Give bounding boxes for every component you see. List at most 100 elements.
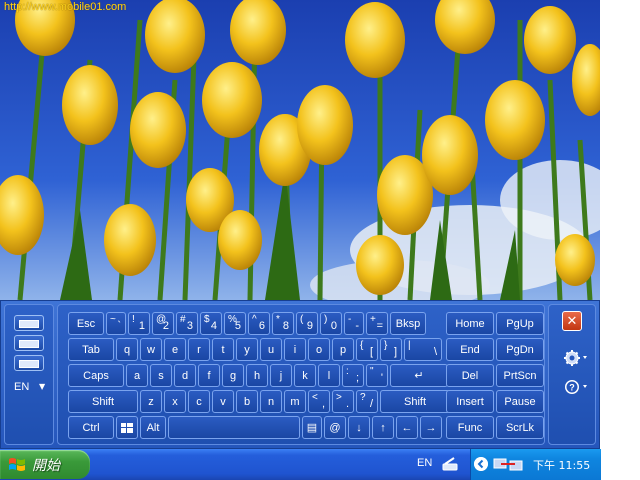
key-b[interactable]: b [236, 390, 258, 413]
key-pgdn[interactable]: PgDn [496, 338, 544, 361]
key[interactable]: % 5 [224, 312, 246, 335]
key-shift-label: + [370, 314, 376, 325]
key-main-label: ` [117, 320, 121, 332]
key-f[interactable]: f [198, 364, 220, 387]
chevron-left-icon[interactable] [474, 457, 488, 471]
key[interactable]: * 8 [272, 312, 294, 335]
key[interactable]: -- [344, 312, 364, 335]
key-l[interactable]: l [318, 364, 340, 387]
key[interactable]: {[ [356, 338, 378, 361]
key-bksp[interactable]: Bksp [390, 312, 426, 335]
key-w[interactable]: w [140, 338, 162, 361]
key-home[interactable]: Home [446, 312, 494, 335]
key-label: Del [461, 369, 479, 382]
network-icon[interactable] [493, 456, 525, 472]
key-symbol[interactable]: ↓ [348, 416, 370, 439]
key[interactable]: ^ 6 [248, 312, 270, 335]
key-ctrl[interactable]: Ctrl [68, 416, 114, 439]
key-v[interactable]: v [212, 390, 234, 413]
key-symbol[interactable]: ↑ [372, 416, 394, 439]
key-z[interactable]: z [140, 390, 162, 413]
key-k[interactable]: k [294, 364, 316, 387]
close-keyboard-button[interactable]: ✕ [562, 311, 582, 331]
key-scrlk[interactable]: ScrLk [496, 416, 544, 439]
key-symbol[interactable]: @ [324, 416, 346, 439]
key-o[interactable]: o [308, 338, 330, 361]
key[interactable]: :; [342, 364, 364, 387]
key-i[interactable]: i [284, 338, 306, 361]
key-main-label: 1 [138, 320, 145, 332]
key-pause[interactable]: Pause [496, 390, 544, 413]
key-n[interactable]: n [260, 390, 282, 413]
space-bar[interactable] [168, 416, 300, 439]
key-end[interactable]: End [446, 338, 494, 361]
layout-medium-keyboard-button[interactable] [14, 335, 44, 351]
input-language-indicator[interactable]: EN [417, 457, 432, 469]
key-insert[interactable]: Insert [446, 390, 494, 413]
key-caps[interactable]: Caps [68, 364, 124, 387]
key-label: Insert [456, 395, 484, 408]
settings-button[interactable] [563, 349, 589, 367]
key-shift-label: ~ [110, 314, 116, 325]
key-p[interactable]: p [332, 338, 354, 361]
key-a[interactable]: a [126, 364, 148, 387]
key-tab[interactable]: Tab [68, 338, 114, 361]
key-label: z [148, 395, 154, 408]
key-x[interactable]: x [164, 390, 186, 413]
key-func[interactable]: Func [446, 416, 494, 439]
key[interactable]: (9 [296, 312, 318, 335]
key-shift[interactable]: Shift [68, 390, 138, 413]
windows-key[interactable] [116, 416, 138, 439]
key-s[interactable]: s [150, 364, 172, 387]
key-alt[interactable]: Alt [140, 416, 166, 439]
key-prtscn[interactable]: PrtScn [496, 364, 544, 387]
key-y[interactable]: y [236, 338, 258, 361]
layout-full-keyboard-button[interactable] [14, 355, 44, 371]
key[interactable]: + = [366, 312, 388, 335]
key-del[interactable]: Del [446, 364, 494, 387]
keyboard-tray-icon[interactable] [442, 456, 458, 472]
start-button[interactable]: 開始 [0, 450, 90, 479]
key-esc[interactable]: Esc [68, 312, 104, 335]
chevron-down-icon[interactable]: ▼ [39, 382, 45, 391]
help-button[interactable]: ? [563, 378, 589, 396]
key-label: k [302, 369, 308, 382]
key[interactable]: $4 [200, 312, 222, 335]
key-shift-label: $ [204, 314, 210, 325]
key-r[interactable]: r [188, 338, 210, 361]
key-shift[interactable]: Shift [380, 390, 450, 413]
key[interactable]: ~ ` [106, 312, 126, 335]
key-h[interactable]: h [246, 364, 268, 387]
key-label: ↓ [356, 421, 362, 434]
key[interactable]: @2 [152, 312, 174, 335]
key-symbol[interactable]: → [420, 416, 442, 439]
key-q[interactable]: q [116, 338, 138, 361]
key[interactable]: ! 1 [128, 312, 150, 335]
key-shift-label: # [180, 314, 186, 325]
key[interactable]: ) 0 [320, 312, 342, 335]
key[interactable]: ? / [356, 390, 378, 413]
key-j[interactable]: j [270, 364, 292, 387]
key-m[interactable]: m [284, 390, 306, 413]
key-label: Esc [76, 317, 96, 330]
key-e[interactable]: e [164, 338, 186, 361]
key-u[interactable]: u [260, 338, 282, 361]
key-main-label: ; [355, 372, 359, 384]
key[interactable]: " ' [366, 364, 388, 387]
key-g[interactable]: g [222, 364, 244, 387]
key-symbol[interactable]: ↵ [390, 364, 448, 387]
key-symbol[interactable]: ← [396, 416, 418, 439]
key-shift-label: | [408, 340, 411, 351]
language-label[interactable]: EN [14, 381, 29, 393]
key-t[interactable]: t [212, 338, 234, 361]
key-pgup[interactable]: PgUp [496, 312, 544, 335]
key-symbol[interactable]: ▤ [302, 416, 322, 439]
key[interactable]: }] [380, 338, 402, 361]
key[interactable]: >. [332, 390, 354, 413]
key-c[interactable]: c [188, 390, 210, 413]
layout-small-keyboard-button[interactable] [14, 315, 44, 331]
key-d[interactable]: d [174, 364, 196, 387]
key[interactable]: | \ [404, 338, 442, 361]
key[interactable]: <, [308, 390, 330, 413]
key[interactable]: #3 [176, 312, 198, 335]
